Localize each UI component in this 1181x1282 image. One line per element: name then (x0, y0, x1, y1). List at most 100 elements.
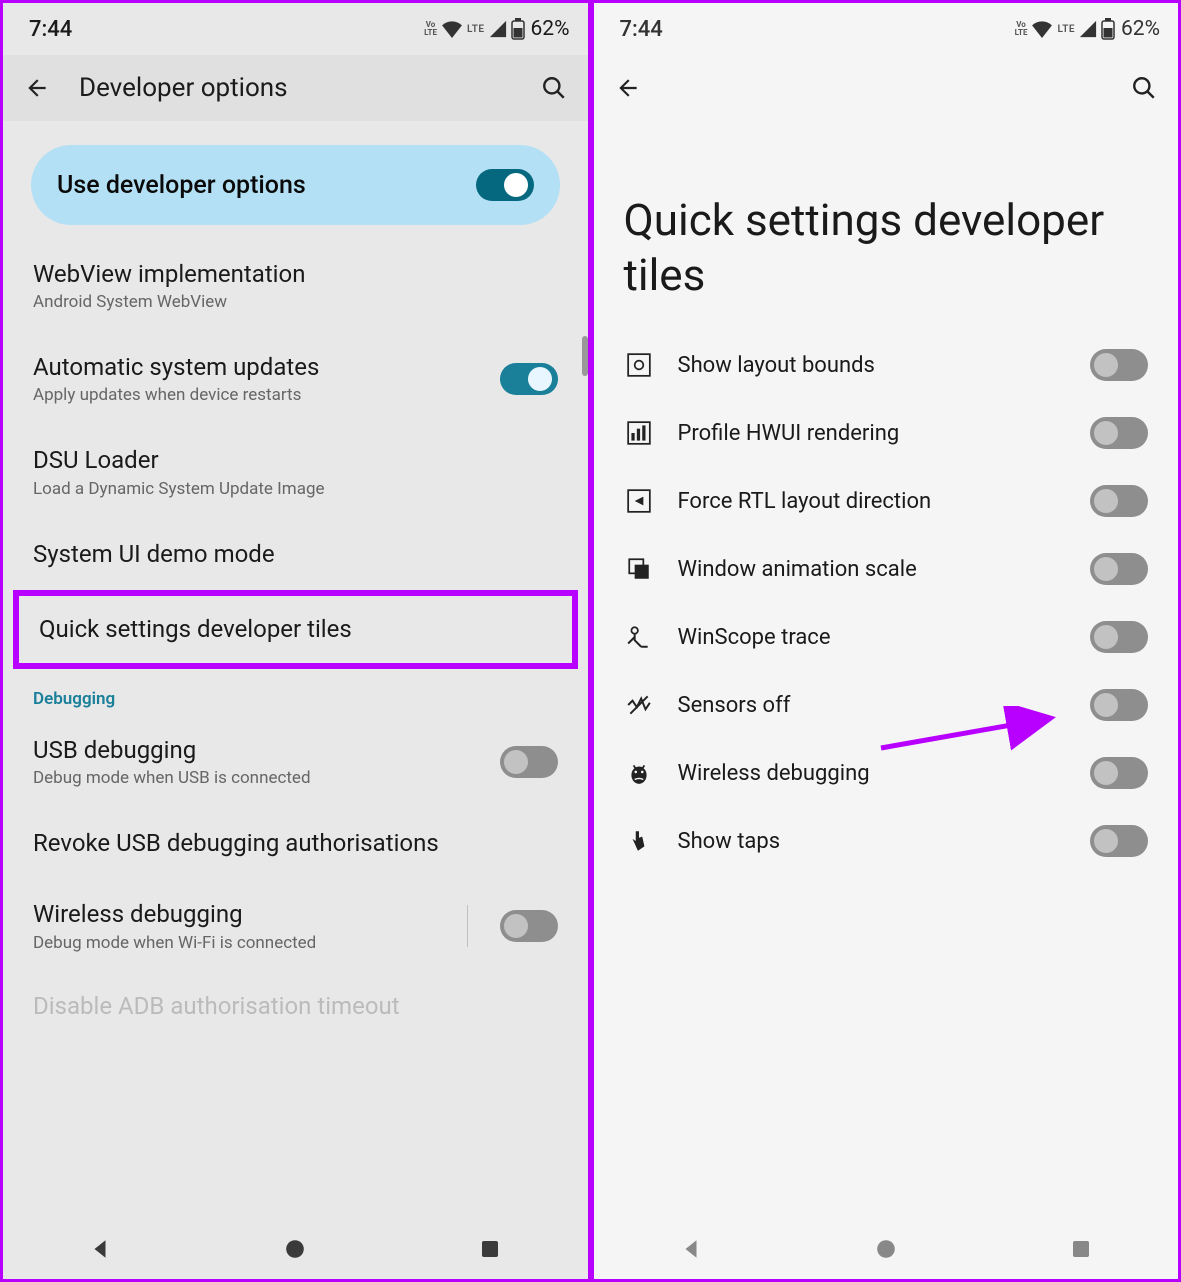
nav-back[interactable] (60, 1238, 140, 1260)
row-title: Wireless debugging (33, 899, 449, 930)
system-ui-demo-row[interactable]: System UI demo mode (3, 519, 588, 590)
tile-label: Wireless debugging (678, 761, 1067, 786)
row-title: System UI demo mode (33, 539, 558, 570)
tile-toggle[interactable] (1090, 825, 1148, 857)
tile-label: Profile HWUI rendering (678, 421, 1067, 446)
signal-icon (489, 20, 507, 38)
nav-bar (3, 1219, 588, 1279)
nav-recents[interactable] (450, 1239, 530, 1259)
row-title: Disable ADB authorisation timeout (33, 991, 558, 1022)
tile-toggle[interactable] (1090, 553, 1148, 585)
tile-show-taps[interactable]: Show taps (594, 807, 1179, 875)
tile-label: Show taps (678, 829, 1067, 854)
volte-icon: Vo LTE (1015, 21, 1028, 37)
row-sub: Debug mode when Wi-Fi is connected (33, 933, 449, 953)
tile-label: Force RTL layout direction (678, 489, 1067, 514)
status-icons: Vo LTE LTE 62% (424, 17, 569, 41)
signal-icon (1079, 20, 1097, 38)
app-bar: Developer options (3, 55, 588, 121)
scroll-area[interactable]: Quick settings developer tiles Show layo… (594, 121, 1179, 1219)
use-dev-options-label: Use developer options (57, 171, 306, 200)
tile-label: Show layout bounds (678, 353, 1067, 378)
highlight-quick-settings: Quick settings developer tiles (13, 590, 578, 669)
divider-line (467, 905, 468, 947)
status-time: 7:44 (620, 17, 663, 42)
tile-toggle[interactable] (1090, 621, 1148, 653)
debugging-header: Debugging (3, 669, 588, 715)
auto-updates-row[interactable]: Automatic system updates Apply updates w… (3, 332, 588, 425)
window-animation-icon (624, 554, 654, 584)
tile-wireless-debugging[interactable]: Wireless debugging (594, 739, 1179, 807)
phone-left: 7:44 Vo LTE LTE 62% Developer options (0, 0, 591, 1282)
nav-home[interactable] (846, 1238, 926, 1260)
force-rtl-icon (624, 486, 654, 516)
use-dev-options-row[interactable]: Use developer options (31, 145, 560, 225)
tile-toggle[interactable] (1090, 349, 1148, 381)
tile-profile-hwui[interactable]: Profile HWUI rendering (594, 399, 1179, 467)
tile-label: WinScope trace (678, 625, 1067, 650)
wireless-debugging-row[interactable]: Wireless debugging Debug mode when Wi-Fi… (3, 879, 588, 972)
search-button[interactable] (526, 60, 582, 116)
tile-force-rtl[interactable]: Force RTL layout direction (594, 467, 1179, 535)
tile-toggle[interactable] (1090, 417, 1148, 449)
row-sub: Debug mode when USB is connected (33, 768, 482, 788)
show-taps-icon (624, 826, 654, 856)
app-bar (594, 55, 1179, 121)
nav-bar (594, 1219, 1179, 1279)
back-button[interactable] (9, 60, 65, 116)
nav-back[interactable] (651, 1238, 731, 1260)
tile-window-animation[interactable]: Window animation scale (594, 535, 1179, 603)
wireless-debugging-icon (624, 758, 654, 788)
wifi-icon (1031, 20, 1053, 38)
row-title: Quick settings developer tiles (39, 614, 552, 645)
row-title: Automatic system updates (33, 352, 482, 383)
row-sub: Load a Dynamic System Update Image (33, 479, 558, 499)
dsu-loader-row[interactable]: DSU Loader Load a Dynamic System Update … (3, 425, 588, 518)
revoke-usb-row[interactable]: Revoke USB debugging authorisations (3, 808, 588, 879)
tile-sensors-off[interactable]: Sensors off (594, 671, 1179, 739)
lte-label: LTE (467, 24, 485, 35)
winscope-icon (624, 622, 654, 652)
webview-row[interactable]: WebView implementation Android System We… (3, 239, 588, 332)
nav-recents[interactable] (1041, 1239, 1121, 1259)
status-bar: 7:44 Vo LTE LTE 62% (3, 3, 588, 55)
sensors-off-icon (624, 690, 654, 720)
usb-debugging-toggle[interactable] (500, 746, 558, 778)
tile-label: Sensors off (678, 693, 1067, 718)
battery-percent: 62% (531, 17, 570, 41)
tile-toggle[interactable] (1090, 757, 1148, 789)
row-sub: Android System WebView (33, 292, 558, 312)
tile-label: Window animation scale (678, 557, 1067, 582)
wifi-icon (441, 20, 463, 38)
tile-toggle[interactable] (1090, 485, 1148, 517)
scroll-indicator (582, 336, 588, 376)
page-title: Quick settings developer tiles (594, 121, 1179, 331)
wireless-debugging-toggle[interactable] (500, 910, 558, 942)
disable-adb-row[interactable]: Disable ADB authorisation timeout (3, 973, 588, 1026)
row-sub: Apply updates when device restarts (33, 385, 482, 405)
status-time: 7:44 (29, 17, 72, 42)
row-title: Revoke USB debugging authorisations (33, 828, 558, 859)
status-bar: 7:44 Vo LTE LTE 62% (594, 3, 1179, 55)
battery-percent: 62% (1121, 17, 1160, 41)
usb-debugging-row[interactable]: USB debugging Debug mode when USB is con… (3, 715, 588, 808)
volte-icon: Vo LTE (424, 21, 437, 37)
nav-home[interactable] (255, 1238, 335, 1260)
tile-winscope[interactable]: WinScope trace (594, 603, 1179, 671)
status-icons: Vo LTE LTE 62% (1015, 17, 1160, 41)
search-button[interactable] (1116, 60, 1172, 116)
quick-settings-tiles-row[interactable]: Quick settings developer tiles (19, 596, 572, 663)
layout-bounds-icon (624, 350, 654, 380)
tile-layout-bounds[interactable]: Show layout bounds (594, 331, 1179, 399)
auto-updates-toggle[interactable] (500, 363, 558, 395)
phone-right: 7:44 Vo LTE LTE 62% Quick settings devel… (591, 0, 1181, 1282)
back-button[interactable] (600, 60, 656, 116)
row-title: USB debugging (33, 735, 482, 766)
use-dev-options-toggle[interactable] (476, 169, 534, 201)
battery-icon (1101, 18, 1115, 40)
lte-label: LTE (1057, 24, 1075, 35)
battery-icon (511, 18, 525, 40)
scroll-area[interactable]: Use developer options WebView implementa… (3, 121, 588, 1219)
page-title: Developer options (79, 73, 512, 103)
tile-toggle[interactable] (1090, 689, 1148, 721)
